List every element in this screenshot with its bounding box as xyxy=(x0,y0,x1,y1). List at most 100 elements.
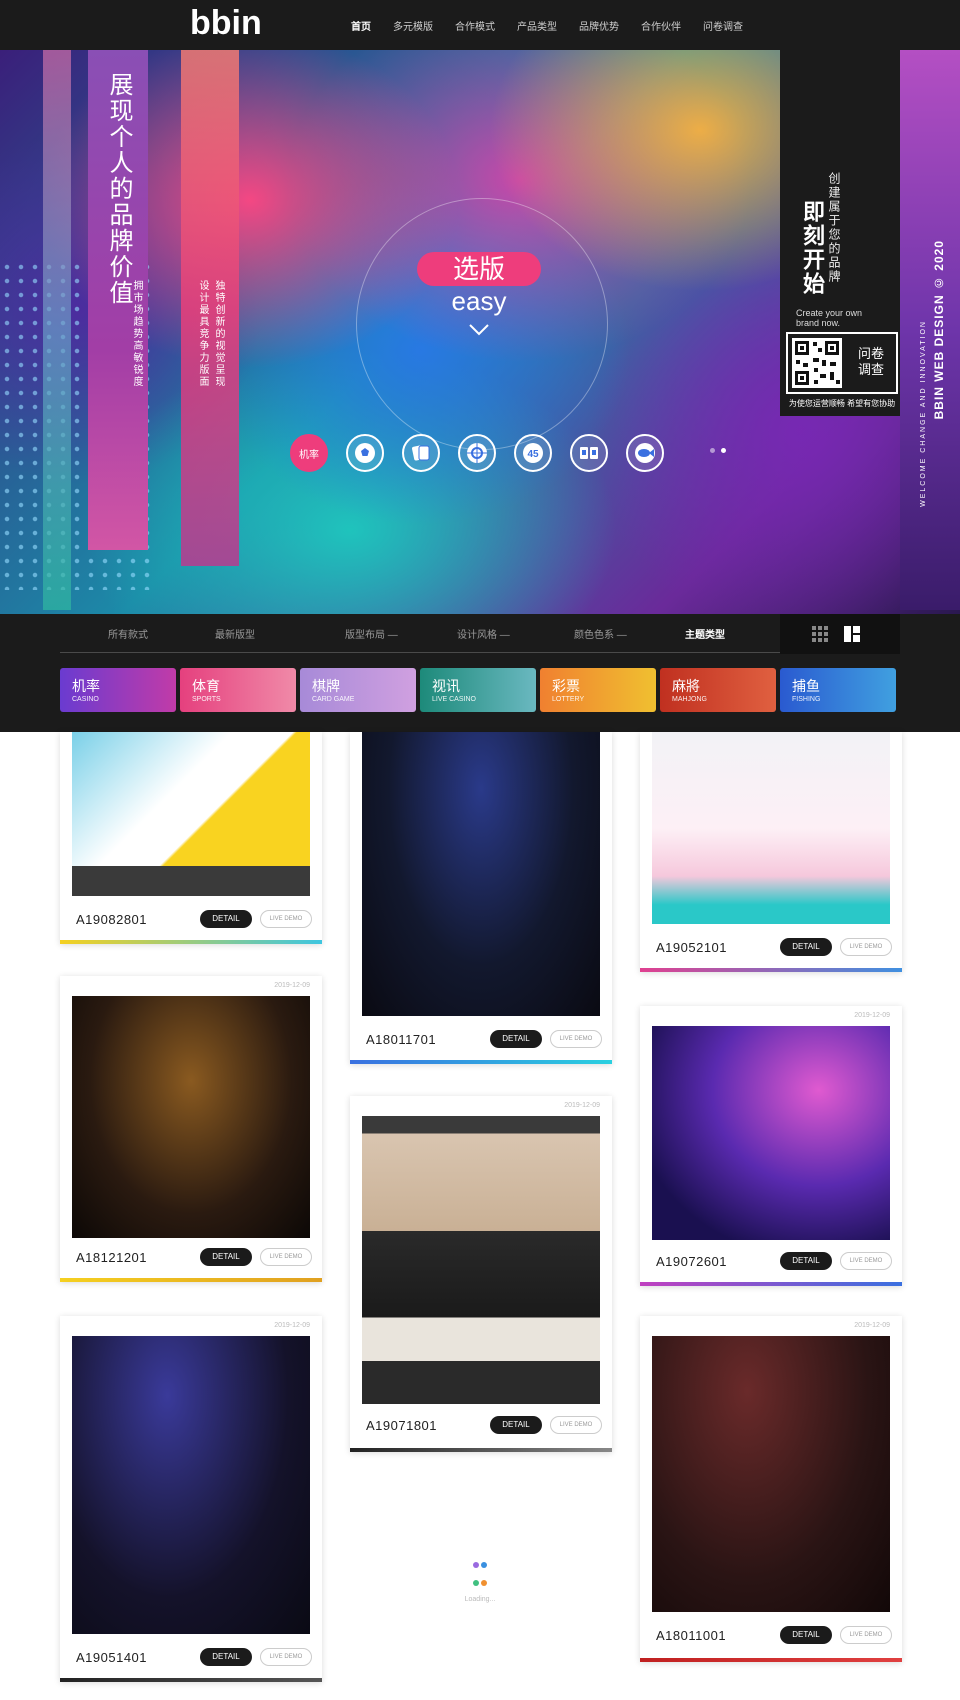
live-demo-button[interactable]: LIVE DEMO xyxy=(550,1030,602,1048)
card-accent-bar xyxy=(60,940,322,944)
card-accent-bar xyxy=(640,1282,902,1286)
template-code: A19051401 xyxy=(76,1650,148,1665)
detail-button[interactable]: DETAIL xyxy=(490,1416,542,1434)
nav-survey[interactable]: 问卷调查 xyxy=(703,18,743,33)
card-accent-bar xyxy=(60,1678,322,1682)
template-preview[interactable] xyxy=(652,1336,890,1612)
filter-color[interactable]: 颜色色系 — xyxy=(574,626,627,641)
template-card: 2019-12-09 A18011001 DETAIL LIVE DEMO xyxy=(640,1316,902,1662)
category-en: CASINO xyxy=(72,696,99,703)
filter-divider xyxy=(60,652,900,653)
live-demo-button[interactable]: LIVE DEMO xyxy=(840,938,892,956)
start-english: Create your own brand now. xyxy=(796,308,863,328)
select-template-button[interactable]: 选版 xyxy=(417,252,541,286)
filter-newest[interactable]: 最新版型 xyxy=(215,626,255,641)
filter-layout[interactable]: 版型布局 — xyxy=(345,626,398,641)
detail-button[interactable]: DETAIL xyxy=(200,910,252,928)
nav-home[interactable]: 首页 xyxy=(351,18,371,33)
live-demo-button[interactable]: LIVE DEMO xyxy=(840,1252,892,1270)
template-preview[interactable] xyxy=(72,1336,310,1634)
template-code: A18121201 xyxy=(76,1250,148,1265)
category-name: 体育 xyxy=(192,678,220,694)
loading-dot xyxy=(481,1580,487,1586)
category-en: MAHJONG xyxy=(672,696,707,703)
category-lottery[interactable]: 彩票 LOTTERY xyxy=(540,668,656,712)
category-name: 彩票 xyxy=(552,678,580,694)
chevron-down-icon[interactable] xyxy=(468,322,490,338)
template-card: A19082801 DETAIL LIVE DEMO xyxy=(60,732,322,944)
category-live-casino[interactable]: 视讯 LIVE CASINO xyxy=(420,668,536,712)
template-preview[interactable] xyxy=(362,1116,600,1404)
category-casino[interactable]: 机率 CASINO xyxy=(60,668,176,712)
card-accent-bar xyxy=(350,1448,612,1452)
detail-button[interactable]: DETAIL xyxy=(490,1030,542,1048)
nav-products[interactable]: 产品类型 xyxy=(517,18,557,33)
category-bar: 机率 CASINO 体育 SPORTS 棋牌 CARD GAME 视讯 LIVE CAS… xyxy=(0,654,960,732)
card-accent-bar xyxy=(60,1278,322,1282)
filter-theme[interactable]: 主题类型 xyxy=(685,626,725,641)
template-code: A19071801 xyxy=(366,1418,438,1433)
detail-button[interactable]: DETAIL xyxy=(780,1626,832,1644)
category-card-game[interactable]: 棋牌 CARD GAME xyxy=(300,668,416,712)
nav-partners[interactable]: 合作伙伴 xyxy=(641,18,681,33)
main-nav: 首页 多元模版 合作模式 产品类型 品牌优势 合作伙伴 问卷调查 xyxy=(340,0,754,50)
live-demo-button[interactable]: LIVE DEMO xyxy=(260,910,312,928)
template-card: A18011701 DETAIL LIVE DEMO xyxy=(350,732,612,1064)
brand-copyright: BBIN WEB DESIGN © 2020 xyxy=(932,240,946,420)
live-demo-button[interactable]: LIVE DEMO xyxy=(840,1626,892,1644)
loading-text: Loading... xyxy=(464,1596,496,1603)
live-demo-button[interactable]: LIVE DEMO xyxy=(550,1416,602,1434)
pager-dot[interactable] xyxy=(710,448,715,453)
casino-category-button[interactable]: 机率 xyxy=(290,434,328,472)
top-navbar: bbin 首页 多元模版 合作模式 产品类型 品牌优势 合作伙伴 问卷调查 xyxy=(0,0,960,50)
template-code: A19082801 xyxy=(76,912,148,927)
category-en: LIVE CASINO xyxy=(432,696,476,703)
hero-pager xyxy=(710,448,732,453)
template-preview[interactable] xyxy=(652,1026,890,1240)
loading-dot xyxy=(473,1580,479,1586)
playing-cards-icon[interactable] xyxy=(402,434,440,472)
detail-button[interactable]: DETAIL xyxy=(780,1252,832,1270)
live-demo-button[interactable]: LIVE DEMO xyxy=(260,1248,312,1266)
filter-all[interactable]: 所有款式 xyxy=(108,626,148,641)
nav-templates[interactable]: 多元模版 xyxy=(393,18,433,33)
loading-dot xyxy=(481,1562,487,1568)
nav-advantages[interactable]: 品牌优势 xyxy=(579,18,619,33)
live-demo-button[interactable]: LIVE DEMO xyxy=(260,1648,312,1666)
template-preview[interactable] xyxy=(652,732,890,924)
category-fishing[interactable]: 捕鱼 FISHING xyxy=(780,668,896,712)
template-code: A19072601 xyxy=(656,1254,728,1269)
category-mahjong[interactable]: 麻將 MAHJONG xyxy=(660,668,776,712)
template-preview[interactable] xyxy=(362,732,600,1016)
pager-dot[interactable] xyxy=(721,448,726,453)
hero-subline: 设计最具竞争力版面 xyxy=(197,280,208,388)
mahjong-tiles-icon[interactable] xyxy=(570,434,608,472)
template-card: A19052101 DETAIL LIVE DEMO xyxy=(640,732,902,972)
template-date: 2019-12-09 xyxy=(564,1102,600,1109)
category-sports[interactable]: 体育 SPORTS xyxy=(180,668,296,712)
survey-qr-box[interactable]: 问卷调查 xyxy=(786,332,898,394)
filter-style[interactable]: 设计风格 — xyxy=(457,626,510,641)
brand-tagline: WELCOME CHANGE AND INNOVATION xyxy=(920,320,927,507)
fish-icon[interactable] xyxy=(626,434,664,472)
survey-note: 为使您运营顺畅 希望有您协助 xyxy=(788,399,896,408)
soccer-ball-icon[interactable] xyxy=(346,434,384,472)
template-preview[interactable] xyxy=(72,732,310,896)
bbin-logo[interactable]: bbin xyxy=(190,0,290,50)
nav-cooperation[interactable]: 合作模式 xyxy=(455,18,495,33)
masonry-view-icon[interactable] xyxy=(844,626,860,642)
survey-label: 问卷调查 xyxy=(858,346,885,377)
easy-label: easy xyxy=(451,286,507,316)
grid-view-icon[interactable] xyxy=(812,626,828,642)
roulette-icon[interactable] xyxy=(458,434,496,472)
template-date: 2019-12-09 xyxy=(274,982,310,989)
start-title: 即刻开始 xyxy=(800,200,825,296)
detail-button[interactable]: DETAIL xyxy=(200,1648,252,1666)
category-name: 视讯 xyxy=(432,678,460,694)
detail-button[interactable]: DETAIL xyxy=(780,938,832,956)
lottery-ball-icon[interactable]: 45 xyxy=(514,434,552,472)
template-date: 2019-12-09 xyxy=(854,1322,890,1329)
template-preview[interactable] xyxy=(72,996,310,1238)
detail-button[interactable]: DETAIL xyxy=(200,1248,252,1266)
template-date: 2019-12-09 xyxy=(854,1012,890,1019)
